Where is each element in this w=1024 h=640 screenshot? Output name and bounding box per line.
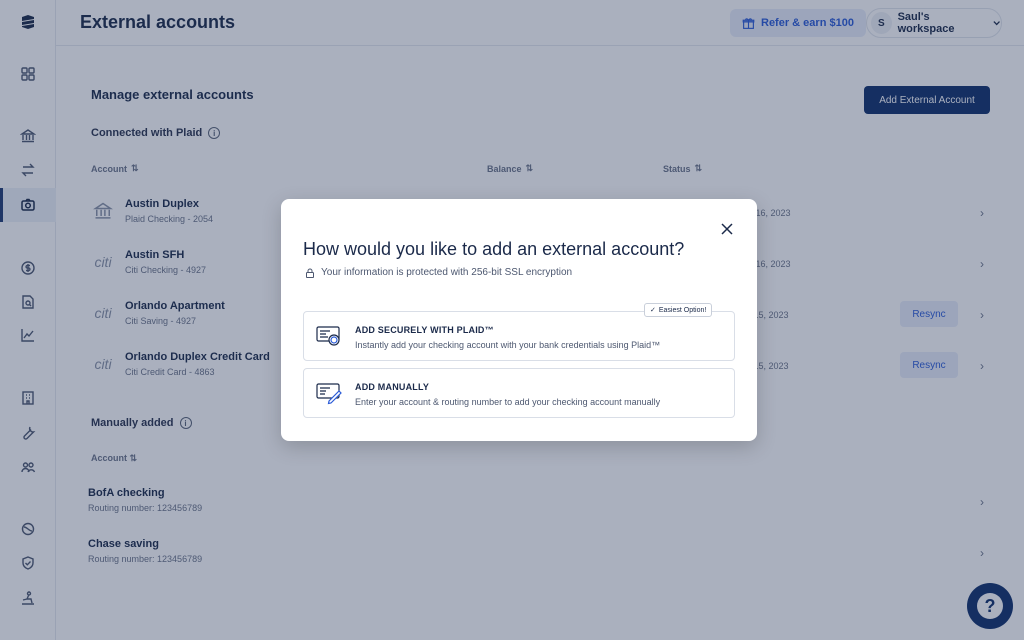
manual-option-title: ADD MANUALLY xyxy=(355,382,430,392)
lock-icon xyxy=(306,268,314,278)
add-manually-option[interactable]: ADD MANUALLY Enter your account & routin… xyxy=(303,368,735,418)
security-note-text: Your information is protected with 256-b… xyxy=(321,267,573,278)
easiest-option-badge: ✓ Easiest Option! xyxy=(644,303,713,317)
plaid-option-title: ADD SECURELY WITH PLAID™ xyxy=(355,325,494,335)
manual-option-description: Enter your account & routing number to a… xyxy=(355,397,661,407)
check-plaid-icon xyxy=(316,326,340,346)
plaid-option-description: Instantly add your checking account with… xyxy=(355,340,661,350)
security-note: Your information is protected with 256-b… xyxy=(305,267,572,278)
close-icon[interactable] xyxy=(719,221,735,237)
modal-title: How would you like to add an external ac… xyxy=(303,239,685,259)
add-with-plaid-option[interactable]: ADD SECURELY WITH PLAID™ Instantly add y… xyxy=(303,311,735,361)
check-pencil-icon xyxy=(316,383,342,405)
check-icon: ✓ xyxy=(650,307,656,314)
add-account-modal: How would you like to add an external ac… xyxy=(281,199,757,441)
easiest-option-label: Easiest Option! xyxy=(658,306,707,314)
